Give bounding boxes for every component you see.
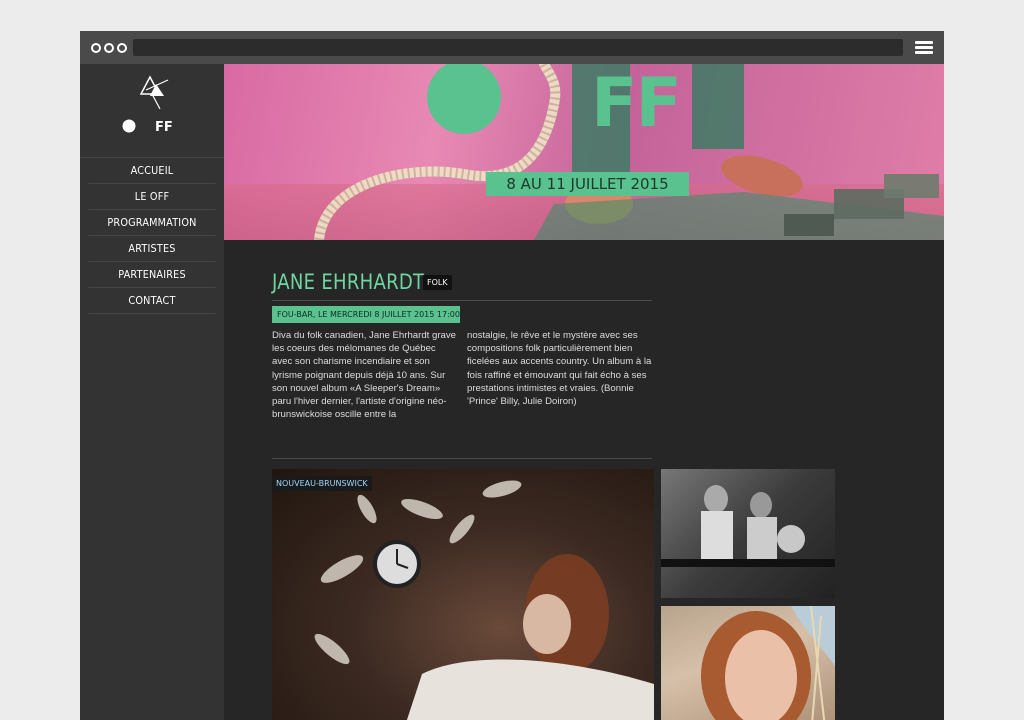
window-dot-icon[interactable]: [117, 43, 127, 53]
logo-triangle-icon: FF: [122, 75, 173, 135]
window-dot-icon[interactable]: [104, 43, 114, 53]
site-logo[interactable]: FF: [80, 64, 224, 156]
divider: [272, 458, 652, 459]
nav-item-contact[interactable]: CONTACT: [88, 288, 216, 314]
nav-item-partenaires[interactable]: PARTENAIRES: [88, 262, 216, 288]
nav-item-artistes[interactable]: ARTISTES: [88, 236, 216, 262]
address-bar[interactable]: [133, 39, 903, 56]
artist-photo-stage[interactable]: [661, 469, 835, 598]
festival-dates-badge: 8 AU 11 JUILLET 2015: [486, 172, 689, 196]
logo-wordmark: FF: [155, 120, 173, 135]
sidebar: FF ACCUEIL LE OFF PROGRAMMATION ARTISTES…: [80, 64, 224, 720]
divider: [272, 300, 652, 301]
artist-name: JANE EHRHARDT: [272, 270, 425, 294]
artist-photo-main[interactable]: NOUVEAU-BRUNSWICK: [272, 469, 654, 720]
main-nav: ACCUEIL LE OFF PROGRAMMATION ARTISTES PA…: [80, 157, 224, 314]
nav-item-programmation[interactable]: PROGRAMMATION: [88, 210, 216, 236]
artist-content: JANE EHRHARDT FOLK FOU-BAR, LE MERCREDI …: [224, 240, 944, 720]
window-dot-icon[interactable]: [91, 43, 101, 53]
hero-illustration: FF: [314, 64, 944, 240]
hero-banner: FF 8 AU 11 JUILLET 2015: [224, 64, 944, 240]
photo-portrait-illustration: [701, 606, 835, 720]
artist-description-col1: Diva du folk canadien, Jane Ehrhardt gra…: [272, 330, 456, 421]
nav-item-accueil[interactable]: ACCUEIL: [88, 158, 216, 184]
artist-description-col2: nostalgie, le rêve et le mystère avec se…: [467, 330, 652, 408]
browser-window: FF ACCUEIL LE OFF PROGRAMMATION ARTISTES…: [80, 31, 944, 720]
artist-photo-portrait[interactable]: [661, 606, 835, 720]
browser-toolbar: [80, 31, 944, 64]
nav-item-le-off[interactable]: LE OFF: [88, 184, 216, 210]
region-tag: NOUVEAU-BRUNSWICK: [272, 476, 372, 491]
menu-icon[interactable]: [915, 41, 933, 54]
window-controls[interactable]: [91, 43, 127, 53]
venue-datetime: FOU-BAR, LE MERCREDI 8 JUILLET 2015 17:0…: [272, 306, 460, 323]
hero-ff-wordmark: FF: [591, 64, 680, 143]
genre-tag[interactable]: FOLK: [423, 275, 452, 290]
photo-stage-illustration: [661, 485, 835, 567]
photo-main-illustration: [314, 480, 654, 720]
